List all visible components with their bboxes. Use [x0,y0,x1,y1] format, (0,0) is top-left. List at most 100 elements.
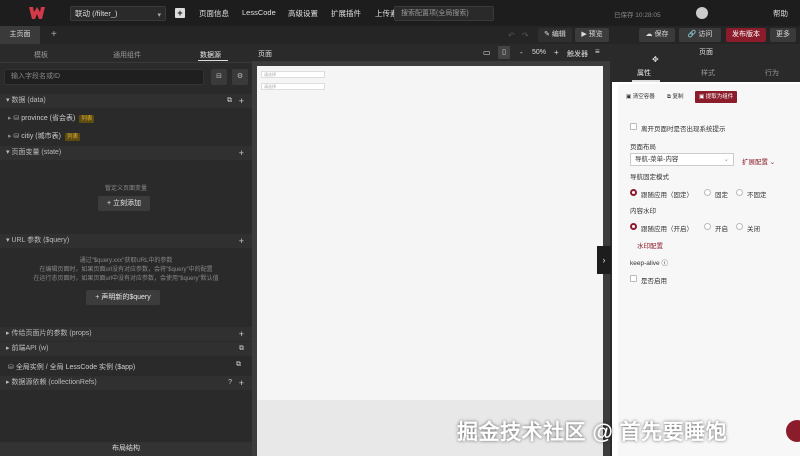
add-props-icon[interactable]: + [239,327,244,341]
page-select[interactable]: 联动 (/filter_) ▾ [70,6,166,21]
section-data[interactable]: ▾ 数据 (data) ⧉ + [0,94,252,108]
watermark-config-link[interactable]: 水印配置 [637,240,663,250]
list-item[interactable]: ▸ ⛁ province (省会表) 列表 [8,113,95,123]
chevron-down-icon: ▾ [157,12,161,19]
filter-icon[interactable]: ⊟ [211,69,227,85]
section-api[interactable]: ▸ 前端API (w) ⧉ [0,342,252,356]
pencil-icon: ✎ [544,31,552,38]
chevron-down-icon: ⌄ [768,159,776,166]
type-tag: 列表 [64,133,80,141]
edit-button[interactable]: ✎ 编辑 [538,28,572,42]
save-button[interactable]: ☁ 保存 [639,28,675,42]
help-icon[interactable]: ⓘ [660,260,668,267]
url-description: 通过"$query.xxx"获取URL中的参数 在编辑页面时，如果页面url没有… [33,258,219,282]
list-item[interactable]: ▸ ⛁ citiy (城市表) 列表 [8,131,80,141]
gear-icon[interactable]: ⚙ [232,69,248,85]
add-tab-button[interactable]: + [51,29,57,40]
section-collection[interactable]: ▸ 数据源依赖 (collectionRefs) ? + [0,376,252,390]
desktop-icon[interactable]: ▭ [483,48,491,57]
canvas-select[interactable]: 请选择 [261,71,325,78]
type-tag: 列表 [79,115,95,123]
page-canvas[interactable] [257,66,603,400]
tab-style[interactable]: 样式 [701,68,715,78]
extend-config-link[interactable]: 扩展配置 ⌄ [742,156,775,166]
clear-container-button[interactable]: ▣ 清空容器 [622,91,659,103]
layout-label: 页面布局 [630,144,656,151]
add-url-icon[interactable]: + [239,234,244,248]
watermark-radio-on[interactable] [704,223,711,230]
nav-fixed-fixed-label: 固定 [715,192,728,199]
menu-icon[interactable]: ≡ [595,47,600,56]
canvas-select[interactable]: 请选择 [261,83,325,90]
zoom-level: 50% [532,49,547,56]
avatar[interactable] [696,7,708,19]
database-icon: ⛁ [8,364,16,371]
add-data-icon[interactable]: + [239,94,244,108]
mobile-icon[interactable]: ▯ [498,46,510,59]
tab-main-page[interactable]: 主页面 [0,26,40,44]
nav-fixed-radio-none[interactable] [736,189,743,196]
component-icon: ▣ [699,94,706,100]
tab-behavior[interactable]: 行为 [765,68,779,78]
collapse-right-panel-button[interactable]: › [597,246,611,274]
zoom-in-icon[interactable]: + [554,48,559,57]
section-props[interactable]: ▸ 传给页面片的参数 (props) + [0,327,252,341]
field-search-input[interactable]: 输入字段名或ID [4,69,204,85]
nav-fixed-radio-fixed[interactable] [704,189,711,196]
trigger-button[interactable]: 触发器 [567,49,588,59]
zoom-out-icon[interactable]: - [520,48,523,57]
preview-button[interactable]: ▶ 预览 [575,28,609,42]
add-page-button[interactable]: + [175,8,185,18]
tab-properties[interactable]: 属性 [637,68,651,78]
copy-button[interactable]: ⧉ 复制 [663,91,687,103]
help-icon[interactable]: ? [228,376,232,390]
search-config-input[interactable]: 搜索配置项(全局搜索) [394,6,494,21]
nav-page-info[interactable]: 页面信息 [199,8,229,19]
watermark-radio-off[interactable] [736,223,743,230]
layout-select[interactable]: 导航-菜单-内容 ⌄ [630,153,734,166]
nav-fixed-radio-follow[interactable] [630,189,637,196]
broom-icon: ▣ [626,94,633,100]
publish-button[interactable]: 发布版本 [726,28,766,42]
nav-plugins[interactable]: 扩展插件 [331,8,361,19]
nav-fixed-none-label: 不固定 [747,192,767,199]
tab-template[interactable]: 模板 [34,50,48,60]
chevron-down-icon: ⌄ [723,156,729,163]
active-tab-indicator [632,80,660,82]
leave-prompt-label: 离开页面时是否出现系统提示 [641,126,726,133]
section-url[interactable]: ▾ URL 参数 ($query) + [0,234,252,248]
link-icon: 🔗 [687,31,699,38]
app-logo[interactable] [28,5,46,21]
extract-component-button[interactable]: ▣ 提取为组件 [695,91,738,103]
site-watermark: 掘金技术社区 @ 首先要睡饱 [457,421,728,444]
expand-icon[interactable]: ⧉ [227,94,232,108]
watermark-on-label: 开启 [715,226,728,233]
help-link[interactable]: 帮助 [773,8,788,19]
add-collection-icon[interactable]: + [239,376,244,390]
play-icon: ▶ [581,31,589,38]
nav-lesscode[interactable]: LessCode [242,8,276,17]
saved-time: 已保存 10:28:05 [614,12,661,19]
watermark-radio-follow[interactable] [630,223,637,230]
chevron-right-icon: › [602,255,606,265]
visit-button[interactable]: 🔗 访问 [679,28,721,42]
tab-components[interactable]: 通用组件 [113,50,141,60]
layout-structure-footer[interactable]: 布局结构 [0,442,252,456]
section-state[interactable]: ▾ 页面变量 (state) + [0,146,252,160]
tab-datasource[interactable]: 数据源 [200,50,221,60]
right-panel-title: 页面 [612,44,800,62]
undo-icon[interactable]: ↶ [508,31,515,40]
more-button[interactable]: 更多 [770,28,796,42]
nav-fixed-label: 导航固定模式 [630,174,669,181]
copy-icon[interactable]: ⧉ [239,342,244,356]
redo-icon[interactable]: ↷ [522,31,529,40]
add-state-icon[interactable]: + [239,146,244,160]
keepalive-checkbox[interactable] [630,275,637,282]
declare-query-button[interactable]: + 声明新的$query [86,290,160,305]
watermark-off-label: 关闭 [747,226,760,233]
global-instance-row[interactable]: ⛁ 全局实例 / 全局 LessCode 实例 ($app) [8,362,135,372]
copy-icon[interactable]: ⧉ [236,361,241,369]
nav-advanced[interactable]: 高级设置 [288,8,318,19]
add-state-button[interactable]: + 立刻添加 [98,196,150,211]
leave-prompt-checkbox[interactable] [630,123,637,130]
